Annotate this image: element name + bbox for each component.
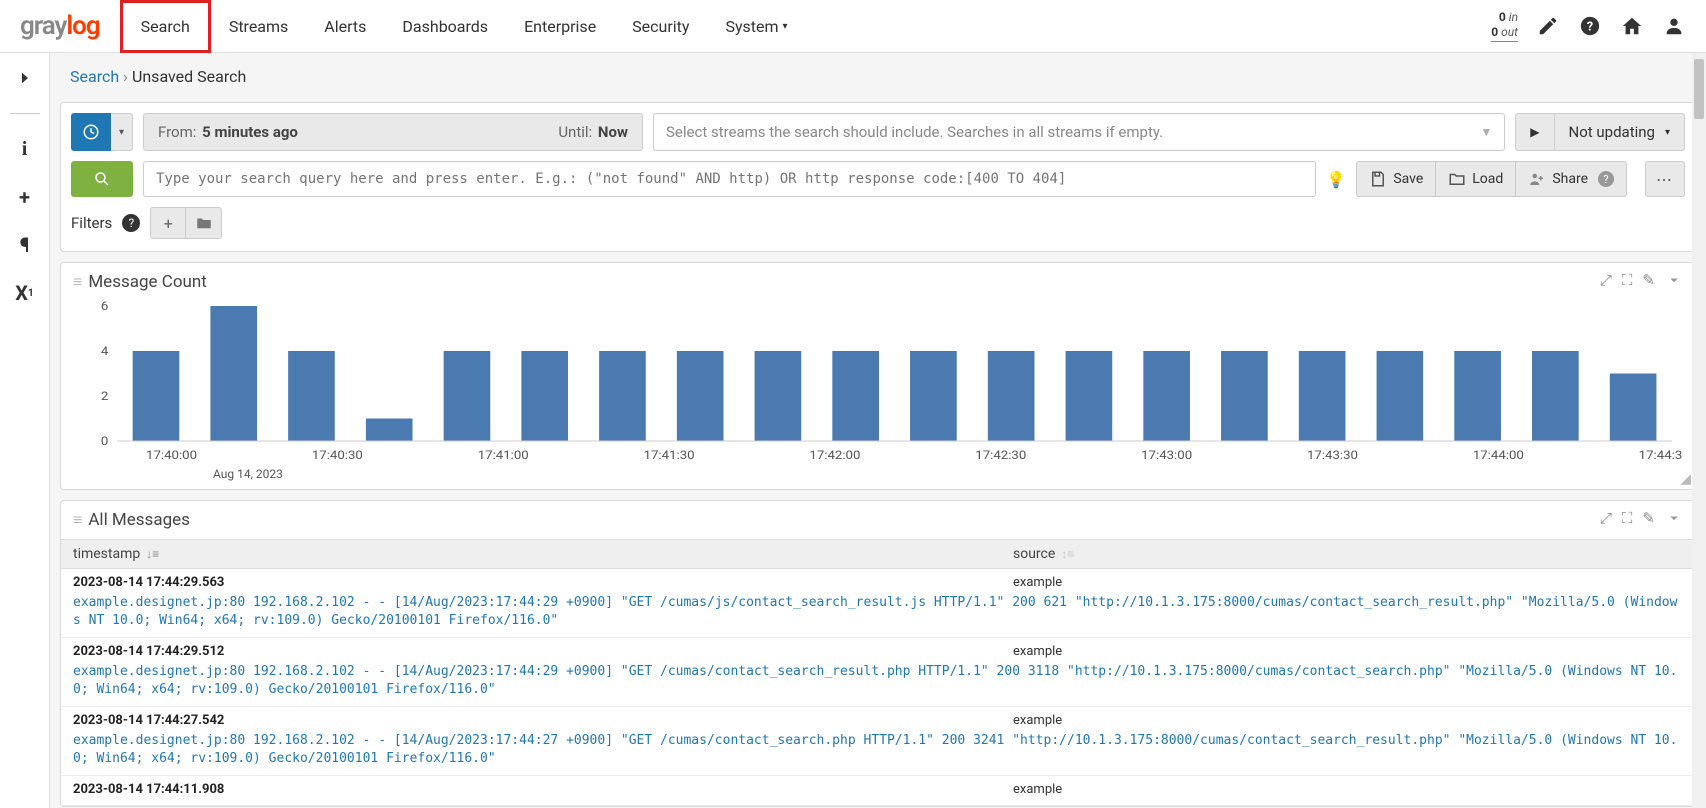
user-icon[interactable] <box>1662 14 1686 38</box>
refresh-mode-dropdown[interactable]: Not updating▾ <box>1555 113 1686 151</box>
more-actions-button[interactable]: ⋯ <box>1645 161 1685 197</box>
query-panel: ▾ From: 5 minutes ago Until: Now Select … <box>60 102 1696 252</box>
svg-text:4: 4 <box>101 345 108 359</box>
cell-timestamp: 2023-08-14 17:44:27.542 <box>73 713 1013 728</box>
cell-timestamp: 2023-08-14 17:44:29.563 <box>73 575 1013 590</box>
nav-item-system[interactable]: System▾ <box>707 0 805 53</box>
svg-text:17:40:00: 17:40:00 <box>146 449 197 463</box>
sort-desc-icon: ↓≡ <box>146 547 159 561</box>
svg-text:2: 2 <box>101 390 108 404</box>
svg-text:17:42:30: 17:42:30 <box>975 449 1026 463</box>
help-icon[interactable]: ? <box>1578 14 1602 38</box>
chevron-down-icon: ▼ <box>1480 125 1492 139</box>
nav-item-security[interactable]: Security <box>614 0 707 53</box>
info-icon[interactable]: i <box>12 136 38 162</box>
table-row[interactable]: 2023-08-14 17:44:27.542example example.de… <box>61 707 1695 776</box>
create-icon[interactable]: + <box>12 184 38 210</box>
time-range-dropdown[interactable]: ▾ <box>111 113 133 151</box>
nav-items: SearchStreamsAlertsDashboardsEnterpriseS… <box>120 0 806 52</box>
time-range-display[interactable]: From: 5 minutes ago Until: Now <box>143 113 643 151</box>
refresh-play-button[interactable]: ▶ <box>1515 113 1554 151</box>
expand-sidebar-icon[interactable] <box>12 65 38 91</box>
all-messages-widget: ≡ All Messages ⤢ ⛶ ✎ timestamp↓≡ source↕… <box>60 500 1696 807</box>
top-navigation: graylog SearchStreamsAlertsDashboardsEnt… <box>0 0 1706 53</box>
save-button[interactable]: Save <box>1356 161 1436 197</box>
search-button[interactable] <box>71 161 133 197</box>
nav-item-enterprise[interactable]: Enterprise <box>506 0 614 53</box>
filters-label: Filters <box>71 214 112 232</box>
home-icon[interactable] <box>1620 14 1644 38</box>
time-range-button[interactable] <box>71 113 111 151</box>
nav-item-streams[interactable]: Streams <box>211 0 306 53</box>
col-source[interactable]: source↕≡ <box>1013 546 1074 562</box>
nav-item-search[interactable]: Search <box>120 0 211 53</box>
breadcrumb-root[interactable]: Search <box>70 67 119 86</box>
sidebar-rail: i + ¶ X1 <box>0 53 50 808</box>
load-button[interactable]: Load <box>1436 161 1516 197</box>
cell-timestamp: 2023-08-14 17:44:29.512 <box>73 644 1013 659</box>
message-count-widget: ≡ Message Count ⤢ ⛶ ✎ 0 2 4 6 17:40:00 17:40:… <box>60 262 1696 490</box>
table-header: timestamp↓≡ source↕≡ <box>61 539 1695 569</box>
drag-handle-icon[interactable]: ≡ <box>73 510 80 530</box>
resize-handle-icon[interactable]: ◢ <box>1680 471 1691 487</box>
focus-icon[interactable]: ⤢ <box>1600 271 1612 293</box>
hint-bulb-icon[interactable]: 💡 <box>1326 170 1346 189</box>
cell-message: example.designet.jp:80 192.168.2.102 - -… <box>73 732 1683 767</box>
sort-icon: ↕≡ <box>1061 547 1074 561</box>
search-input[interactable] <box>143 161 1316 197</box>
svg-text:6: 6 <box>101 301 108 314</box>
cell-source: example <box>1013 713 1062 728</box>
focus-icon[interactable]: ⤢ <box>1600 509 1612 531</box>
svg-text:17:40:30: 17:40:30 <box>312 449 363 463</box>
svg-text:17:41:30: 17:41:30 <box>644 449 695 463</box>
share-help-icon: ? <box>1598 171 1614 187</box>
widget-menu-icon[interactable] <box>1665 271 1683 293</box>
edit-widget-icon[interactable]: ✎ <box>1642 271 1655 293</box>
add-filter-button[interactable]: + <box>150 207 186 239</box>
throughput-indicator: 0 in 0 out <box>1491 10 1518 42</box>
table-row[interactable]: 2023-08-14 17:44:29.512example example.de… <box>61 638 1695 707</box>
svg-text:17:43:30: 17:43:30 <box>1307 449 1358 463</box>
breadcrumb: Search›Unsaved Search <box>60 53 1696 102</box>
table-row[interactable]: 2023-08-14 17:44:29.563example example.de… <box>61 569 1695 638</box>
chart-date-label: Aug 14, 2023 <box>213 467 1683 481</box>
widget-menu-icon[interactable] <box>1665 509 1683 531</box>
nav-item-alerts[interactable]: Alerts <box>306 0 384 53</box>
x-subscript-icon[interactable]: X1 <box>12 280 38 306</box>
col-timestamp[interactable]: timestamp↓≡ <box>73 546 1013 562</box>
svg-text:17:42:00: 17:42:00 <box>809 449 860 463</box>
cell-source: example <box>1013 644 1062 659</box>
cell-message: example.designet.jp:80 192.168.2.102 - -… <box>73 663 1683 698</box>
filters-help-icon[interactable]: ? <box>122 214 140 232</box>
cell-source: example <box>1013 782 1062 797</box>
svg-text:17:44:30: 17:44:30 <box>1639 449 1683 463</box>
stream-select[interactable]: Select streams the search should include… <box>653 113 1505 151</box>
drag-handle-icon[interactable]: ≡ <box>73 272 80 292</box>
svg-text:17:43:00: 17:43:00 <box>1141 449 1192 463</box>
widget-title: Message Count <box>88 272 1600 292</box>
share-button[interactable]: Share? <box>1516 161 1627 197</box>
edit-widget-icon[interactable]: ✎ <box>1642 509 1655 531</box>
logo[interactable]: graylog <box>20 11 100 41</box>
svg-text:17:41:00: 17:41:00 <box>478 449 529 463</box>
svg-text:17:44:00: 17:44:00 <box>1473 449 1524 463</box>
svg-text:0: 0 <box>101 435 108 449</box>
nav-item-dashboards[interactable]: Dashboards <box>384 0 506 53</box>
paragraph-icon[interactable]: ¶ <box>12 232 38 258</box>
manage-filter-button[interactable] <box>186 207 222 239</box>
scratchpad-icon[interactable] <box>1536 14 1560 38</box>
fullscreen-icon[interactable]: ⛶ <box>1622 509 1633 531</box>
fullscreen-icon[interactable]: ⛶ <box>1622 271 1633 293</box>
cell-message: example.designet.jp:80 192.168.2.102 - -… <box>73 594 1683 629</box>
cell-source: example <box>1013 575 1062 590</box>
caret-down-icon: ▾ <box>783 21 788 32</box>
breadcrumb-current: Unsaved Search <box>132 67 246 86</box>
widget-title: All Messages <box>88 510 1600 530</box>
message-list: 2023-08-14 17:44:29.563exampleexample.de… <box>61 569 1695 806</box>
cell-timestamp: 2023-08-14 17:44:11.908 <box>73 782 1013 797</box>
svg-text:?: ? <box>1587 20 1593 35</box>
table-row[interactable]: 2023-08-14 17:44:11.908example <box>61 776 1695 806</box>
